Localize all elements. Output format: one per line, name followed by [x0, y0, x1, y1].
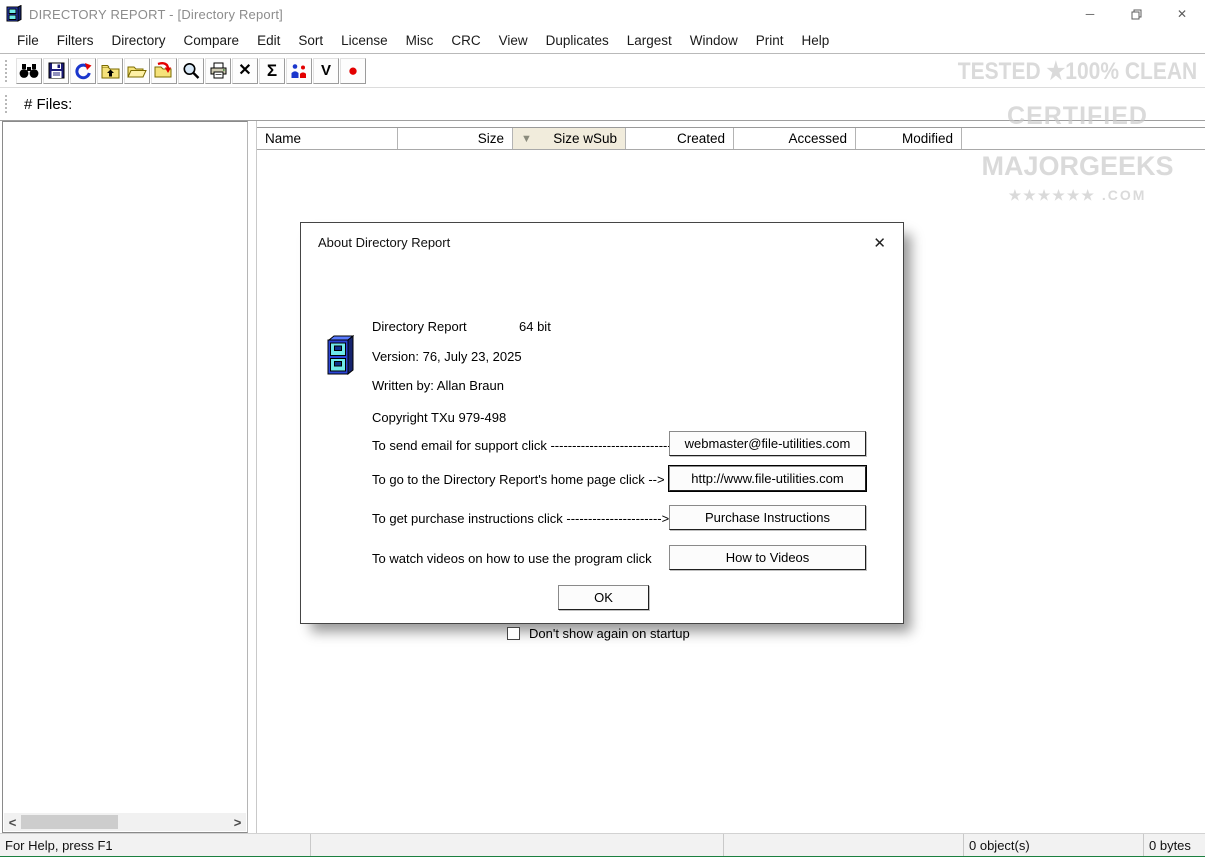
folder-jump-button[interactable] [151, 58, 177, 84]
home-page-button[interactable]: http://www.file-utilities.com [669, 466, 866, 491]
delete-button[interactable]: ✕ [232, 58, 258, 84]
restore-icon [1131, 9, 1142, 20]
about-dialog-body: Directory Report 64 bit Version: 76, Jul… [301, 262, 903, 625]
support-email-label: To send email for support click --------… [372, 438, 679, 453]
magnifier-zoom-icon [182, 62, 200, 80]
menu-window[interactable]: Window [681, 28, 747, 53]
folder-open-icon [127, 63, 147, 79]
toolbar-gripper[interactable] [5, 60, 10, 82]
purchase-instructions-button[interactable]: Purchase Instructions [669, 505, 866, 530]
stop-button[interactable]: ● [340, 58, 366, 84]
menu-directory[interactable]: Directory [103, 28, 175, 53]
printer-icon [209, 62, 228, 79]
window-title: DIRECTORY REPORT - [Directory Report] [29, 7, 283, 22]
menu-crc[interactable]: CRC [442, 28, 489, 53]
about-dialog-close-button[interactable]: ✕ [873, 234, 886, 252]
title-bar: DIRECTORY REPORT - [Directory Report] ─ … [0, 0, 1205, 28]
restore-button[interactable] [1113, 0, 1159, 28]
print-button[interactable] [205, 58, 231, 84]
copyright-text: Copyright TXu 979-498 [372, 410, 506, 425]
files-count-label: # Files: [24, 96, 72, 113]
column-header-size-wsub[interactable]: ▼ Size wSub [513, 128, 626, 149]
menu-edit[interactable]: Edit [248, 28, 289, 53]
about-dialog-title-bar: About Directory Report ✕ [301, 223, 903, 262]
scrollbar-thumb[interactable] [21, 815, 118, 829]
videos-label: To watch videos on how to use the progra… [372, 551, 652, 566]
bitness-text: 64 bit [519, 319, 551, 334]
verify-v-icon: V [321, 63, 331, 78]
panel-splitter[interactable] [248, 121, 256, 833]
menu-filters[interactable]: Filters [48, 28, 103, 53]
zoom-button[interactable] [178, 58, 204, 84]
purchase-label: To get purchase instructions click -----… [372, 511, 669, 526]
app-window: DIRECTORY REPORT - [Directory Report] ─ … [0, 0, 1205, 857]
scroll-left-arrow-icon[interactable]: < [4, 813, 21, 831]
author-text: Written by: Allan Braun [372, 378, 504, 393]
about-dialog: About Directory Report ✕ Directory Repor… [300, 222, 904, 624]
compare-dirs-button[interactable] [286, 58, 312, 84]
menu-help[interactable]: Help [793, 28, 839, 53]
menu-sort[interactable]: Sort [289, 28, 332, 53]
how-to-videos-button[interactable]: How to Videos [669, 545, 866, 570]
files-bar-gripper[interactable] [5, 95, 10, 113]
find-button[interactable] [16, 58, 42, 84]
status-bar: For Help, press F1 0 object(s) 0 bytes [0, 833, 1205, 857]
menu-duplicates[interactable]: Duplicates [537, 28, 618, 53]
files-bar: # Files: [0, 88, 1205, 121]
menu-largest[interactable]: Largest [618, 28, 681, 53]
folder-up-icon [101, 63, 120, 79]
stop-record-icon: ● [348, 62, 358, 79]
binoculars-find-icon [19, 62, 39, 80]
menu-bar: File Filters Directory Compare Edit Sort… [0, 28, 1205, 54]
folder-up-button[interactable] [97, 58, 123, 84]
menu-compare[interactable]: Compare [175, 28, 249, 53]
delete-x-icon: ✕ [238, 63, 251, 79]
verify-button[interactable]: V [313, 58, 339, 84]
status-help-pane: For Help, press F1 [0, 834, 310, 857]
menu-view[interactable]: View [490, 28, 537, 53]
refresh-icon [74, 62, 92, 80]
home-page-label: To go to the Directory Report's home pag… [372, 472, 665, 487]
column-header-size[interactable]: Size [398, 128, 513, 149]
dont-show-again-row: Don't show again on startup [507, 626, 690, 641]
status-pane-empty-2 [723, 834, 963, 857]
menu-misc[interactable]: Misc [397, 28, 443, 53]
support-email-button[interactable]: webmaster@file-utilities.com [669, 431, 866, 456]
app-icon [5, 5, 23, 23]
column-header-name[interactable]: Name [257, 128, 398, 149]
compare-people-icon [290, 63, 308, 79]
about-dialog-title: About Directory Report [318, 235, 450, 250]
sort-descending-icon: ▼ [521, 133, 532, 145]
column-header-created[interactable]: Created [626, 128, 734, 149]
app-name-text: Directory Report [372, 319, 467, 334]
sum-button[interactable]: Σ [259, 58, 285, 84]
refresh-button[interactable] [70, 58, 96, 84]
scroll-right-arrow-icon[interactable]: > [229, 813, 246, 831]
save-floppy-icon [48, 62, 65, 79]
directory-tree-panel[interactable]: < > [2, 121, 248, 833]
status-bytes-pane: 0 bytes [1143, 834, 1205, 857]
sum-sigma-icon: Σ [267, 62, 277, 79]
minimize-button[interactable]: ─ [1067, 0, 1113, 28]
menu-print[interactable]: Print [747, 28, 793, 53]
status-pane-empty-1 [310, 834, 723, 857]
dont-show-again-label: Don't show again on startup [529, 626, 690, 641]
menu-file[interactable]: File [8, 28, 48, 53]
save-button[interactable] [43, 58, 69, 84]
folder-open-button[interactable] [124, 58, 150, 84]
close-button[interactable]: ✕ [1159, 0, 1205, 28]
column-header-modified[interactable]: Modified [856, 128, 962, 149]
toolbar: ✕ Σ V ● [0, 54, 1205, 88]
status-objects-pane: 0 object(s) [963, 834, 1143, 857]
version-text: Version: 76, July 23, 2025 [372, 349, 522, 364]
column-header-filler [962, 128, 1205, 149]
dont-show-again-checkbox[interactable] [507, 627, 520, 640]
tree-horizontal-scrollbar[interactable]: < > [4, 813, 246, 831]
folder-jump-icon [154, 62, 174, 79]
column-header-accessed[interactable]: Accessed [734, 128, 856, 149]
file-cabinet-icon [326, 334, 354, 379]
table-header-row: Name Size ▼ Size wSub Created Accessed M… [257, 127, 1205, 150]
menu-license[interactable]: License [332, 28, 397, 53]
ok-button[interactable]: OK [558, 585, 649, 610]
